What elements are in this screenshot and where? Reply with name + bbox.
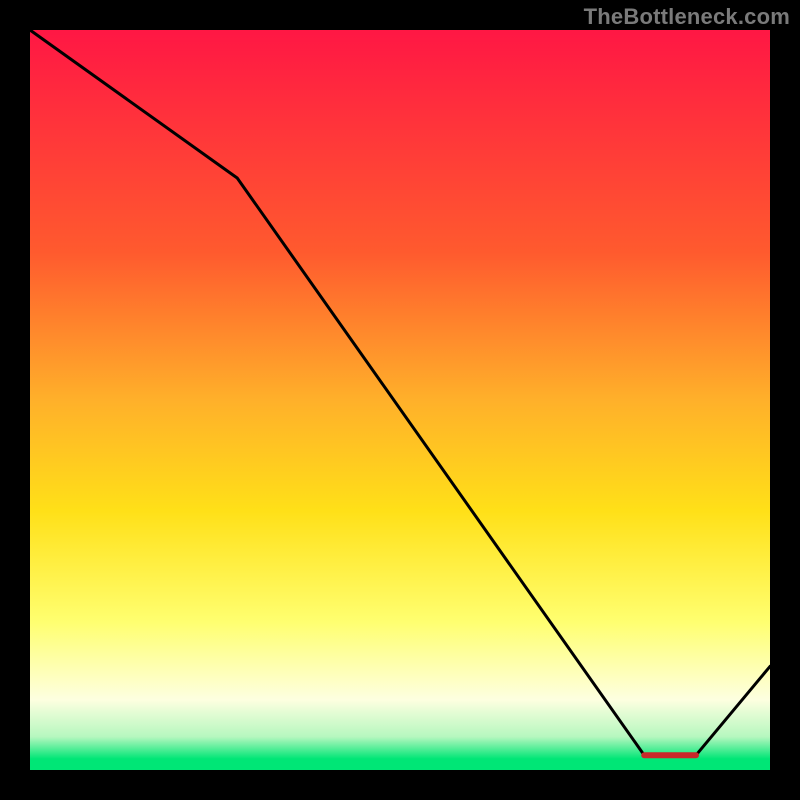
chart-canvas: TheBottleneck.com xyxy=(0,0,800,800)
watermark-text: TheBottleneck.com xyxy=(584,4,790,30)
chart-line xyxy=(30,30,770,755)
chart-line-layer xyxy=(30,30,770,770)
plot-area xyxy=(30,30,770,770)
